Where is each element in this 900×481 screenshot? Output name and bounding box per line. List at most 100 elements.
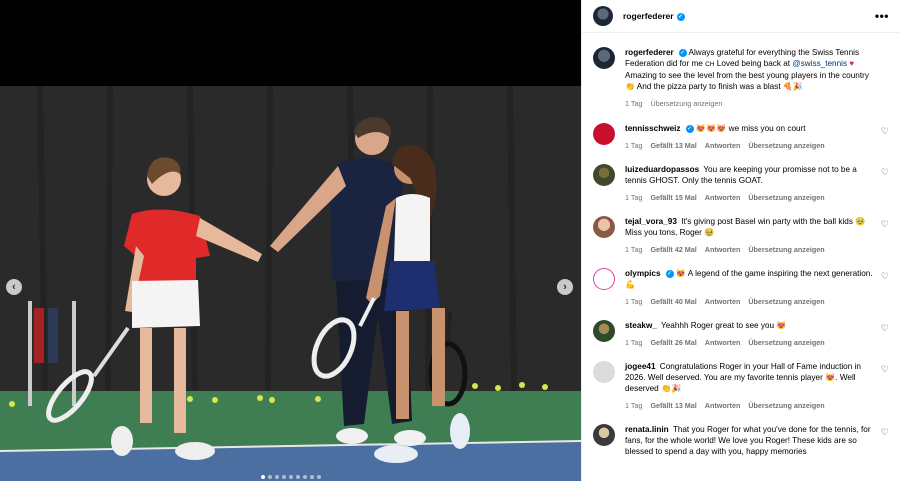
reply-button[interactable]: Antworten xyxy=(705,400,741,411)
comment-item: tejal_vora_93 It's giving post Basel win… xyxy=(593,216,889,255)
verified-badge-icon: ✓ xyxy=(665,269,674,278)
comment-username[interactable]: steakw_ xyxy=(625,321,657,330)
timestamp[interactable]: 1 Tag xyxy=(625,244,642,255)
carousel-dot xyxy=(267,475,272,479)
translate-link[interactable]: Übersetzung anzeigen xyxy=(748,337,824,348)
comment-item: olympics ✓ 😻 A legend of the game inspiri… xyxy=(593,268,889,307)
likes-count[interactable]: Gefällt 26 Mal xyxy=(650,337,696,348)
heart-icon[interactable]: ♡ xyxy=(881,126,889,137)
translate-link[interactable]: Übersetzung anzeigen xyxy=(748,296,824,307)
timestamp[interactable]: 1 Tag xyxy=(625,296,642,307)
comment-meta: 1 Tag Gefällt 26 Mal Antworten Übersetzu… xyxy=(625,337,873,348)
likes-count[interactable]: Gefällt 13 Mal xyxy=(650,140,696,151)
likes-count[interactable]: Gefällt 40 Mal xyxy=(650,296,696,307)
likes-count[interactable]: Gefällt 13 Mal xyxy=(650,400,696,411)
translate-link[interactable]: Übersetzung anzeigen xyxy=(748,244,824,255)
comment-username[interactable]: luizeduardopassos xyxy=(625,165,699,174)
chevron-right-icon[interactable]: › xyxy=(557,279,573,295)
post-header: rogerfederer ✓ ••• xyxy=(582,0,900,33)
heart-emoji: ♥ xyxy=(849,59,855,68)
caption-text: And the pizza party to finish was a blas… xyxy=(634,82,783,91)
timestamp[interactable]: 1 Tag xyxy=(625,337,642,348)
chevron-left-icon[interactable]: ‹ xyxy=(6,279,22,295)
comment-item: steakw_ Yeahhh Roger great to see you 😻 … xyxy=(593,320,889,348)
caption-meta: 1 Tag Übersetzung anzeigen xyxy=(625,98,873,109)
verified-badge-icon: ✓ xyxy=(685,124,694,133)
reply-button[interactable]: Antworten xyxy=(705,296,741,307)
caption-text: Amazing to see the level from the best y… xyxy=(625,71,869,80)
heart-icon[interactable]: ♡ xyxy=(881,167,889,178)
comment-username[interactable]: olympics xyxy=(625,269,661,278)
reply-button[interactable]: Antworten xyxy=(705,244,741,255)
comment-username[interactable]: jogee41 xyxy=(625,362,656,371)
carousel-dot xyxy=(260,475,265,479)
comment-text: Yeahhh Roger great to see you 😻 xyxy=(661,321,787,330)
comment-meta: 1 Tag Gefällt 15 Mal Antworten Übersetzu… xyxy=(625,192,873,203)
avatar[interactable] xyxy=(593,164,615,186)
heart-icon[interactable]: ♡ xyxy=(881,427,889,438)
caption-text: Loved being back at xyxy=(714,59,793,68)
comment-meta: 1 Tag Gefällt 13 Mal Antworten Übersetzu… xyxy=(625,140,873,151)
flag-text: CH xyxy=(705,61,715,68)
timestamp[interactable]: 1 Tag xyxy=(625,140,642,151)
reply-button[interactable]: Antworten xyxy=(705,192,741,203)
verified-badge-icon: ✓ xyxy=(678,48,687,57)
comment-item: luizeduardopassos You are keeping your p… xyxy=(593,164,889,203)
heart-icon[interactable]: ♡ xyxy=(881,364,889,375)
caption-username[interactable]: rogerfederer xyxy=(625,48,674,57)
likes-count[interactable]: Gefällt 42 Mal xyxy=(650,244,696,255)
comment-username[interactable]: tejal_vora_93 xyxy=(625,217,677,226)
clap-emoji: 👏 xyxy=(625,82,635,91)
post-photo xyxy=(0,86,581,481)
post-media: ‹ › xyxy=(0,0,581,481)
avatar[interactable] xyxy=(593,320,615,342)
comment-item: jogee41 Congratulations Roger in your Ha… xyxy=(593,361,889,411)
timestamp[interactable]: 1 Tag xyxy=(625,192,642,203)
comment-meta: 1 Tag Gefällt 13 Mal Antworten Übersetzu… xyxy=(625,400,873,411)
comment-text: 😻😻😻 we miss you on court xyxy=(695,124,806,133)
likes-count[interactable]: Gefällt 15 Mal xyxy=(650,192,696,203)
pizza-emoji: 🍕🎉 xyxy=(782,82,803,91)
translate-link[interactable]: Übersetzung anzeigen xyxy=(748,192,824,203)
translate-link[interactable]: Übersetzung anzeigen xyxy=(650,98,722,109)
reply-button[interactable]: Antworten xyxy=(705,337,741,348)
mention-link[interactable]: @swiss_tennis xyxy=(792,59,847,68)
author-username-text[interactable]: rogerfederer xyxy=(623,11,674,21)
translate-link[interactable]: Übersetzung anzeigen xyxy=(748,400,824,411)
comment-text: Congratulations Roger in your Hall of Fa… xyxy=(625,362,861,393)
avatar[interactable] xyxy=(593,361,615,383)
timestamp[interactable]: 1 Tag xyxy=(625,400,642,411)
reply-button[interactable]: Antworten xyxy=(705,140,741,151)
comments-feed[interactable]: rogerfederer ✓ Always grateful for everyt… xyxy=(582,33,900,457)
carousel-indicator xyxy=(0,475,581,479)
avatar[interactable] xyxy=(593,216,615,238)
more-options-icon[interactable]: ••• xyxy=(875,9,889,23)
carousel-dot xyxy=(302,475,307,479)
translate-link[interactable]: Übersetzung anzeigen xyxy=(748,140,824,151)
avatar[interactable] xyxy=(593,424,615,446)
carousel-dot xyxy=(295,475,300,479)
comment-item: renata.linin That you Roger for what you… xyxy=(593,424,889,457)
comment-item: tennisschweiz ✓ 😻😻😻 we miss you on court … xyxy=(593,123,889,151)
avatar[interactable] xyxy=(593,123,615,145)
heart-icon[interactable]: ♡ xyxy=(881,271,889,282)
heart-icon[interactable]: ♡ xyxy=(881,219,889,230)
avatar[interactable] xyxy=(593,47,615,69)
carousel-dot xyxy=(281,475,286,479)
heart-icon[interactable]: ♡ xyxy=(881,323,889,334)
carousel-dot xyxy=(309,475,314,479)
verified-badge-icon: ✓ xyxy=(676,12,685,21)
comment-meta: 1 Tag Gefällt 40 Mal Antworten Übersetzu… xyxy=(625,296,873,307)
author-username[interactable]: rogerfederer ✓ xyxy=(623,11,685,21)
timestamp[interactable]: 1 Tag xyxy=(625,98,642,109)
comment-meta: 1 Tag Gefällt 42 Mal Antworten Übersetzu… xyxy=(625,244,873,255)
carousel-dot xyxy=(274,475,279,479)
comment-username[interactable]: renata.linin xyxy=(625,425,669,434)
carousel-dot xyxy=(288,475,293,479)
carousel-dot xyxy=(316,475,321,479)
post-modal: ‹ › rogerfederer ✓ ••• rogerfederer ✓ Al… xyxy=(0,0,900,481)
avatar[interactable] xyxy=(593,6,613,26)
avatar[interactable] xyxy=(593,268,615,290)
comment-username[interactable]: tennisschweiz xyxy=(625,124,681,133)
post-caption: rogerfederer ✓ Always grateful for everyt… xyxy=(593,47,889,109)
